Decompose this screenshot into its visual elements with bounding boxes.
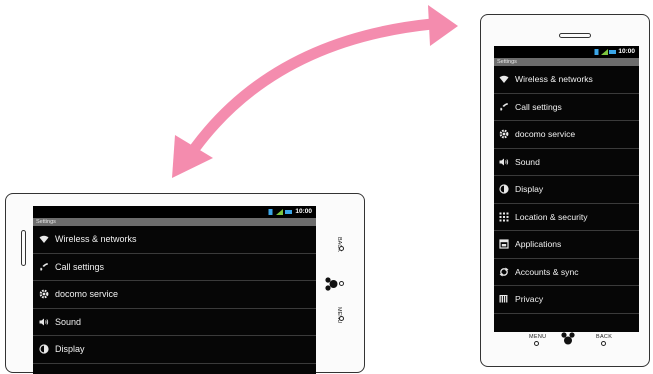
sync-icon — [499, 267, 509, 277]
settings-item-display[interactable]: Display — [33, 336, 316, 364]
status-time: 10:00 — [618, 48, 635, 55]
back-key[interactable] — [601, 341, 606, 346]
settings-item-label: Call settings — [55, 261, 105, 272]
settings-item-privacy[interactable]: Privacy — [494, 286, 639, 314]
status-bar: 10:00 — [33, 206, 316, 218]
settings-item-docomo-service[interactable]: docomo service — [33, 281, 316, 309]
settings-item-accounts-sync[interactable]: Accounts & sync — [494, 259, 639, 286]
settings-title: Settings — [494, 58, 639, 66]
display-icon — [39, 344, 49, 354]
settings-list: Wireless & networks Call settings docomo s… — [33, 226, 316, 364]
settings-list: Wireless & networks Call settings docomo s… — [494, 66, 639, 314]
signal-icon — [276, 209, 283, 215]
settings-item-label: Accounts & sync — [515, 266, 579, 277]
hardware-keys: MENU BACK — [481, 328, 649, 352]
gear-icon — [499, 129, 509, 139]
settings-item-label: Display — [515, 184, 544, 195]
speaker-icon — [39, 317, 49, 327]
menu-key[interactable] — [339, 316, 344, 321]
menu-key[interactable] — [534, 341, 539, 346]
battery-icon — [609, 50, 616, 54]
signal-icon — [601, 49, 608, 55]
settings-item-label: Sound — [515, 156, 540, 167]
sd-card-icon — [268, 209, 273, 215]
screen-portrait: 10:00 Settings Wireless & networks Call s… — [494, 46, 639, 332]
settings-item-sound[interactable]: Sound — [33, 309, 316, 336]
status-time: 10:00 — [295, 208, 312, 215]
phone-icon — [39, 262, 49, 272]
settings-item-sound[interactable]: Sound — [494, 149, 639, 176]
settings-item-label: Location & security — [515, 211, 588, 222]
phone-icon — [499, 102, 509, 112]
settings-item-docomo-service[interactable]: docomo service — [494, 121, 639, 149]
screen-landscape: 10:00 Settings Wireless & networks Call s… — [33, 206, 316, 374]
back-key-label: BACK — [596, 334, 613, 340]
back-key[interactable] — [339, 246, 344, 251]
settings-item-display[interactable]: Display — [494, 176, 639, 204]
home-key-icon[interactable] — [325, 277, 339, 291]
sd-card-icon — [594, 49, 599, 55]
home-key-icon[interactable] — [561, 332, 575, 346]
settings-item-label: docomo service — [515, 129, 576, 140]
earpiece-speaker — [21, 230, 26, 266]
display-icon — [499, 184, 509, 194]
settings-item-label: Privacy — [515, 294, 544, 305]
settings-item-wireless-networks[interactable]: Wireless & networks — [494, 66, 639, 94]
settings-item-location-security[interactable]: Location & security — [494, 204, 639, 231]
settings-item-label: Sound — [55, 316, 82, 327]
grid-icon — [499, 212, 509, 222]
settings-item-label: Display — [55, 344, 85, 355]
wifi-icon — [39, 234, 49, 244]
gear-icon — [39, 289, 49, 299]
privacy-icon — [499, 294, 509, 304]
settings-item-label: Call settings — [515, 101, 562, 112]
settings-item-wireless-networks[interactable]: Wireless & networks — [33, 226, 316, 254]
settings-item-label: docomo service — [55, 289, 119, 300]
home-key-dot — [339, 281, 344, 286]
earpiece-speaker — [559, 33, 591, 38]
speaker-icon — [499, 157, 509, 167]
settings-item-applications[interactable]: Applications — [494, 231, 639, 259]
settings-item-call-settings[interactable]: Call settings — [33, 254, 316, 281]
phone-landscape: 10:00 Settings Wireless & networks Call s… — [5, 193, 365, 374]
settings-item-label: Wireless & networks — [55, 234, 137, 245]
menu-key-label: MENU — [529, 334, 547, 340]
battery-icon — [285, 210, 292, 214]
apps-icon — [499, 239, 509, 249]
settings-item-call-settings[interactable]: Call settings — [494, 94, 639, 121]
wifi-icon — [499, 74, 509, 84]
settings-item-label: Wireless & networks — [515, 74, 593, 85]
settings-item-label: Applications — [515, 239, 562, 250]
settings-title: Settings — [33, 218, 316, 226]
phone-portrait: 10:00 Settings Wireless & networks Call s… — [480, 14, 650, 367]
status-bar: 10:00 — [494, 46, 639, 58]
